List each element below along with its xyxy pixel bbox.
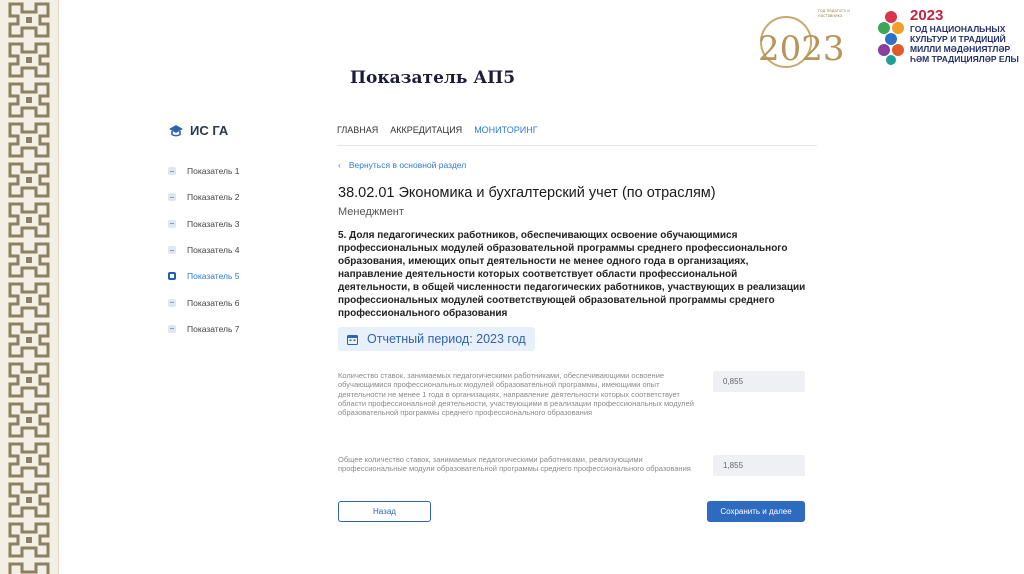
ornament-border xyxy=(0,0,59,574)
chevron-left-icon: ‹ xyxy=(338,160,341,170)
period-label: Отчетный период: 2023 год xyxy=(367,332,526,346)
sidebar-item-label: Показатель 1 xyxy=(187,166,240,177)
sidebar-item-indicator-3[interactable]: Показатель 3 xyxy=(168,211,240,237)
brand-name: ИС ГА xyxy=(190,123,229,138)
back-button[interactable]: Назад xyxy=(338,501,431,522)
sidebar-item-label: Показатель 5 xyxy=(187,271,240,282)
sidebar: Показатель 1 Показатель 2 Показатель 3 П… xyxy=(168,158,240,342)
indicator-icon xyxy=(168,193,176,202)
sidebar-item-label: Показатель 6 xyxy=(187,297,240,308)
sidebar-item-label: Показатель 3 xyxy=(187,218,240,229)
national-year-line3: МИЛЛИ МӘДӘНИЯТЛӘР xyxy=(910,44,1011,54)
national-year-line4: ҺӘМ ТРАДИЦИЯЛӘР ЕЛЫ xyxy=(910,54,1019,64)
nav-accreditation[interactable]: АККРЕДИТАЦИЯ xyxy=(390,125,462,135)
indicator-icon xyxy=(168,324,176,333)
field-label: Общее количество ставок, занимаемых педа… xyxy=(338,455,691,474)
indicator-active-icon xyxy=(168,272,176,281)
main-content: ‹ Вернуться в основной раздел 38.02.01 Э… xyxy=(338,160,818,522)
indicator-question: 5. Доля педагогических работников, обесп… xyxy=(338,230,806,319)
indicator-icon xyxy=(168,219,176,228)
ornament-flower-icon xyxy=(878,11,904,65)
year-2023-logo: 2023 xyxy=(748,14,856,72)
indicator-icon xyxy=(168,298,176,307)
sidebar-item-indicator-1[interactable]: Показатель 1 xyxy=(168,158,240,184)
sidebar-item-label: Показатель 2 xyxy=(187,192,240,203)
value-input[interactable]: 1,855 xyxy=(713,455,805,476)
back-link[interactable]: ‹ Вернуться в основной раздел xyxy=(338,160,818,170)
save-next-button[interactable]: Сохранить и далее xyxy=(707,501,805,522)
graduation-cap-icon xyxy=(169,124,183,137)
back-link-label: Вернуться в основной раздел xyxy=(348,160,467,170)
national-year-number: 2023 xyxy=(910,7,944,24)
nav-divider xyxy=(337,145,817,146)
program-title: 38.02.01 Экономика и бухгалтерский учет … xyxy=(338,185,716,201)
field-row-rates-total: Общее количество ставок, занимаемых педа… xyxy=(338,455,808,476)
national-year-line2: КУЛЬТУР И ТРАДИЦИЙ xyxy=(910,34,1006,44)
sidebar-item-label: Показатель 4 xyxy=(187,245,240,256)
sidebar-item-indicator-7[interactable]: Показатель 7 xyxy=(168,316,240,342)
year-logo-caption: год педагога и наставника xyxy=(818,8,850,18)
top-nav: ГЛАВНАЯ АККРЕДИТАЦИЯ МОНИТОРИНГ xyxy=(337,125,538,135)
year-logo-text: 2023 xyxy=(758,29,845,69)
slide-title: Показатель АП5 xyxy=(350,68,516,88)
program-subtitle: Менеджмент xyxy=(338,206,404,218)
value-input[interactable]: 0,855 xyxy=(713,371,805,392)
sidebar-item-indicator-5[interactable]: Показатель 5 xyxy=(168,263,240,289)
national-year-logo: 2023 ГОД НАЦИОНАЛЬНЫХ КУЛЬТУР И ТРАДИЦИЙ… xyxy=(876,8,1022,70)
app-screen: ИС ГА ГЛАВНАЯ АККРЕДИТАЦИЯ МОНИТОРИНГ По… xyxy=(160,110,820,538)
nav-monitoring[interactable]: МОНИТОРИНГ xyxy=(474,125,537,135)
calendar-icon xyxy=(347,334,358,345)
sidebar-item-indicator-6[interactable]: Показатель 6 xyxy=(168,289,240,315)
indicator-icon xyxy=(168,246,176,255)
sidebar-item-indicator-4[interactable]: Показатель 4 xyxy=(168,237,240,263)
brand[interactable]: ИС ГА xyxy=(168,123,228,138)
national-year-line1: ГОД НАЦИОНАЛЬНЫХ xyxy=(910,24,1006,34)
field-row-rates-experienced: Количество ставок, занимаемых педагогиче… xyxy=(338,371,808,417)
indicator-icon xyxy=(168,167,176,176)
nav-main[interactable]: ГЛАВНАЯ xyxy=(337,125,378,135)
sidebar-item-indicator-2[interactable]: Показатель 2 xyxy=(168,184,240,210)
period-badge: Отчетный период: 2023 год xyxy=(338,327,535,351)
field-label: Количество ставок, занимаемых педагогиче… xyxy=(338,371,694,418)
sidebar-item-label: Показатель 7 xyxy=(187,323,240,334)
